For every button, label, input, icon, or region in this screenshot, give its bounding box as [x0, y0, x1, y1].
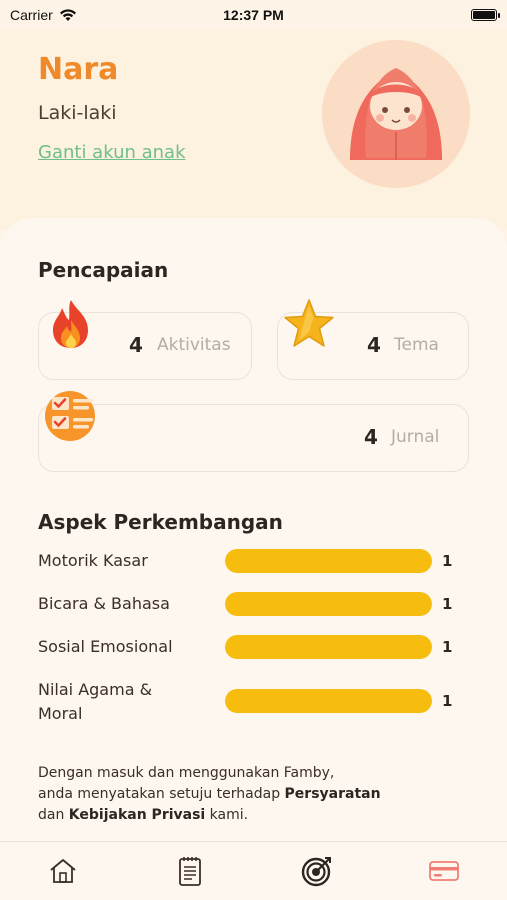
status-bar: Carrier 12:37 PM: [0, 0, 507, 30]
tab-subscription[interactable]: [414, 846, 474, 896]
switch-account-link[interactable]: Ganti akun anak: [38, 142, 186, 163]
disclaimer-line: anda menyatakan setuju terhadap: [38, 786, 285, 802]
aspect-progress-bar: [225, 689, 432, 713]
star-icon: [284, 299, 334, 347]
tab-bar: [0, 841, 507, 900]
aspect-value: 1: [442, 638, 453, 656]
status-time: 12:37 PM: [223, 7, 284, 23]
aspect-value: 1: [442, 552, 453, 570]
tab-home[interactable]: [33, 846, 93, 896]
child-gender: Laki-laki: [38, 102, 117, 124]
hijab-girl-icon: [350, 68, 442, 160]
aspects-title: Aspek Perkembangan: [38, 510, 283, 534]
target-icon: [301, 857, 331, 887]
terms-disclaimer: Dengan masuk dan menggunakan Famby, anda…: [38, 763, 478, 826]
achievement-value: 4: [129, 333, 143, 357]
aspect-progress-bar: [225, 592, 432, 616]
tab-journal[interactable]: [160, 846, 220, 896]
notebook-icon: [179, 857, 202, 886]
aspect-label: Motorik Kasar: [38, 551, 148, 570]
battery-icon: [471, 9, 500, 21]
disclaimer-line: Dengan masuk dan menggunakan Famby,: [38, 765, 335, 781]
aspect-progress-bar: [225, 635, 432, 659]
avatar: [322, 40, 470, 188]
achievement-label: Aktivitas: [157, 335, 231, 355]
disclaimer-line: dan: [38, 807, 69, 823]
achievement-label: Tema: [394, 335, 439, 355]
fire-icon: [53, 300, 88, 348]
achievement-label: Jurnal: [391, 427, 440, 447]
aspect-label: Bicara & Bahasa: [38, 594, 170, 613]
achievement-value: 4: [367, 333, 381, 357]
checklist-icon: [45, 391, 95, 441]
card-icon: [428, 861, 459, 881]
aspect-value: 1: [442, 595, 453, 613]
aspect-progress-bar: [225, 549, 432, 573]
aspect-value: 1: [442, 692, 453, 710]
aspect-label: Nilai Agama & Moral: [38, 680, 153, 723]
aspect-label: Sosial Emosional: [38, 637, 173, 656]
terms-link[interactable]: Persyaratan: [285, 786, 381, 802]
achievement-value: 4: [364, 425, 378, 449]
achievements-title: Pencapaian: [38, 258, 169, 282]
privacy-link[interactable]: Kebijakan Privasi: [69, 807, 205, 823]
achievement-card-journal[interactable]: 4 Jurnal: [38, 404, 469, 472]
tab-achievements[interactable]: [287, 846, 347, 896]
child-name: Nara: [38, 52, 119, 87]
disclaimer-line: kami.: [205, 807, 249, 823]
home-icon: [50, 859, 76, 883]
